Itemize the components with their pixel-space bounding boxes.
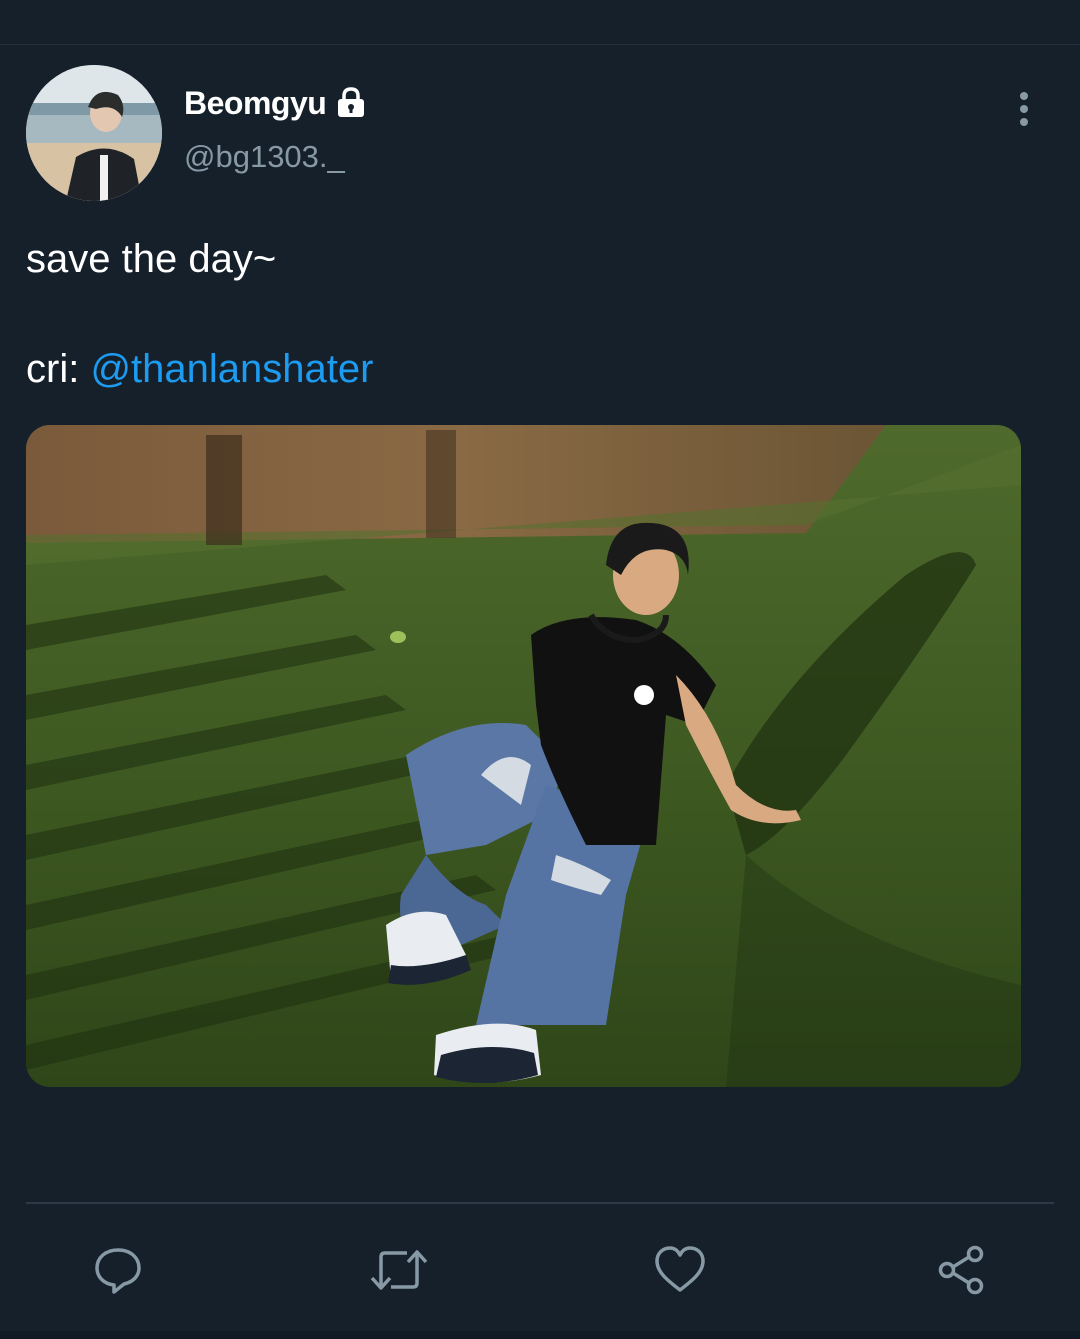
reply-icon: [95, 1248, 141, 1294]
heart-icon: [655, 1246, 705, 1292]
mention-link[interactable]: @thanlanshater: [90, 347, 373, 391]
like-button[interactable]: [645, 1235, 715, 1305]
reply-button[interactable]: [83, 1235, 153, 1305]
more-options-button[interactable]: [1004, 85, 1044, 133]
action-bar: [0, 1235, 1080, 1305]
tweet-text: save the day~ cri: @thanlanshater: [26, 231, 1046, 397]
bottom-bar: [0, 1331, 1080, 1339]
user-handle[interactable]: @bg1303._: [184, 139, 345, 175]
display-name[interactable]: Beomgyu: [184, 85, 327, 122]
retweet-icon: [370, 1250, 428, 1290]
photo-image: [26, 425, 1021, 1087]
top-bar: [0, 0, 1080, 45]
divider: [26, 1202, 1054, 1204]
more-vertical-icon: [1020, 92, 1028, 126]
tweet-photo[interactable]: [26, 425, 1021, 1087]
share-icon: [938, 1245, 984, 1295]
credit-line: cri: @thanlanshater: [26, 341, 1046, 397]
share-button[interactable]: [927, 1235, 997, 1305]
tweet-text-line: save the day~: [26, 237, 277, 281]
lock-icon: [334, 86, 368, 120]
avatar-image: [26, 65, 162, 201]
credit-prefix: cri:: [26, 347, 91, 391]
display-name-row: Beomgyu: [184, 81, 368, 125]
retweet-button[interactable]: [364, 1235, 434, 1305]
avatar[interactable]: [26, 65, 162, 201]
tweet: Beomgyu @bg1303._ save the day~ cri: @th…: [0, 45, 1080, 1331]
